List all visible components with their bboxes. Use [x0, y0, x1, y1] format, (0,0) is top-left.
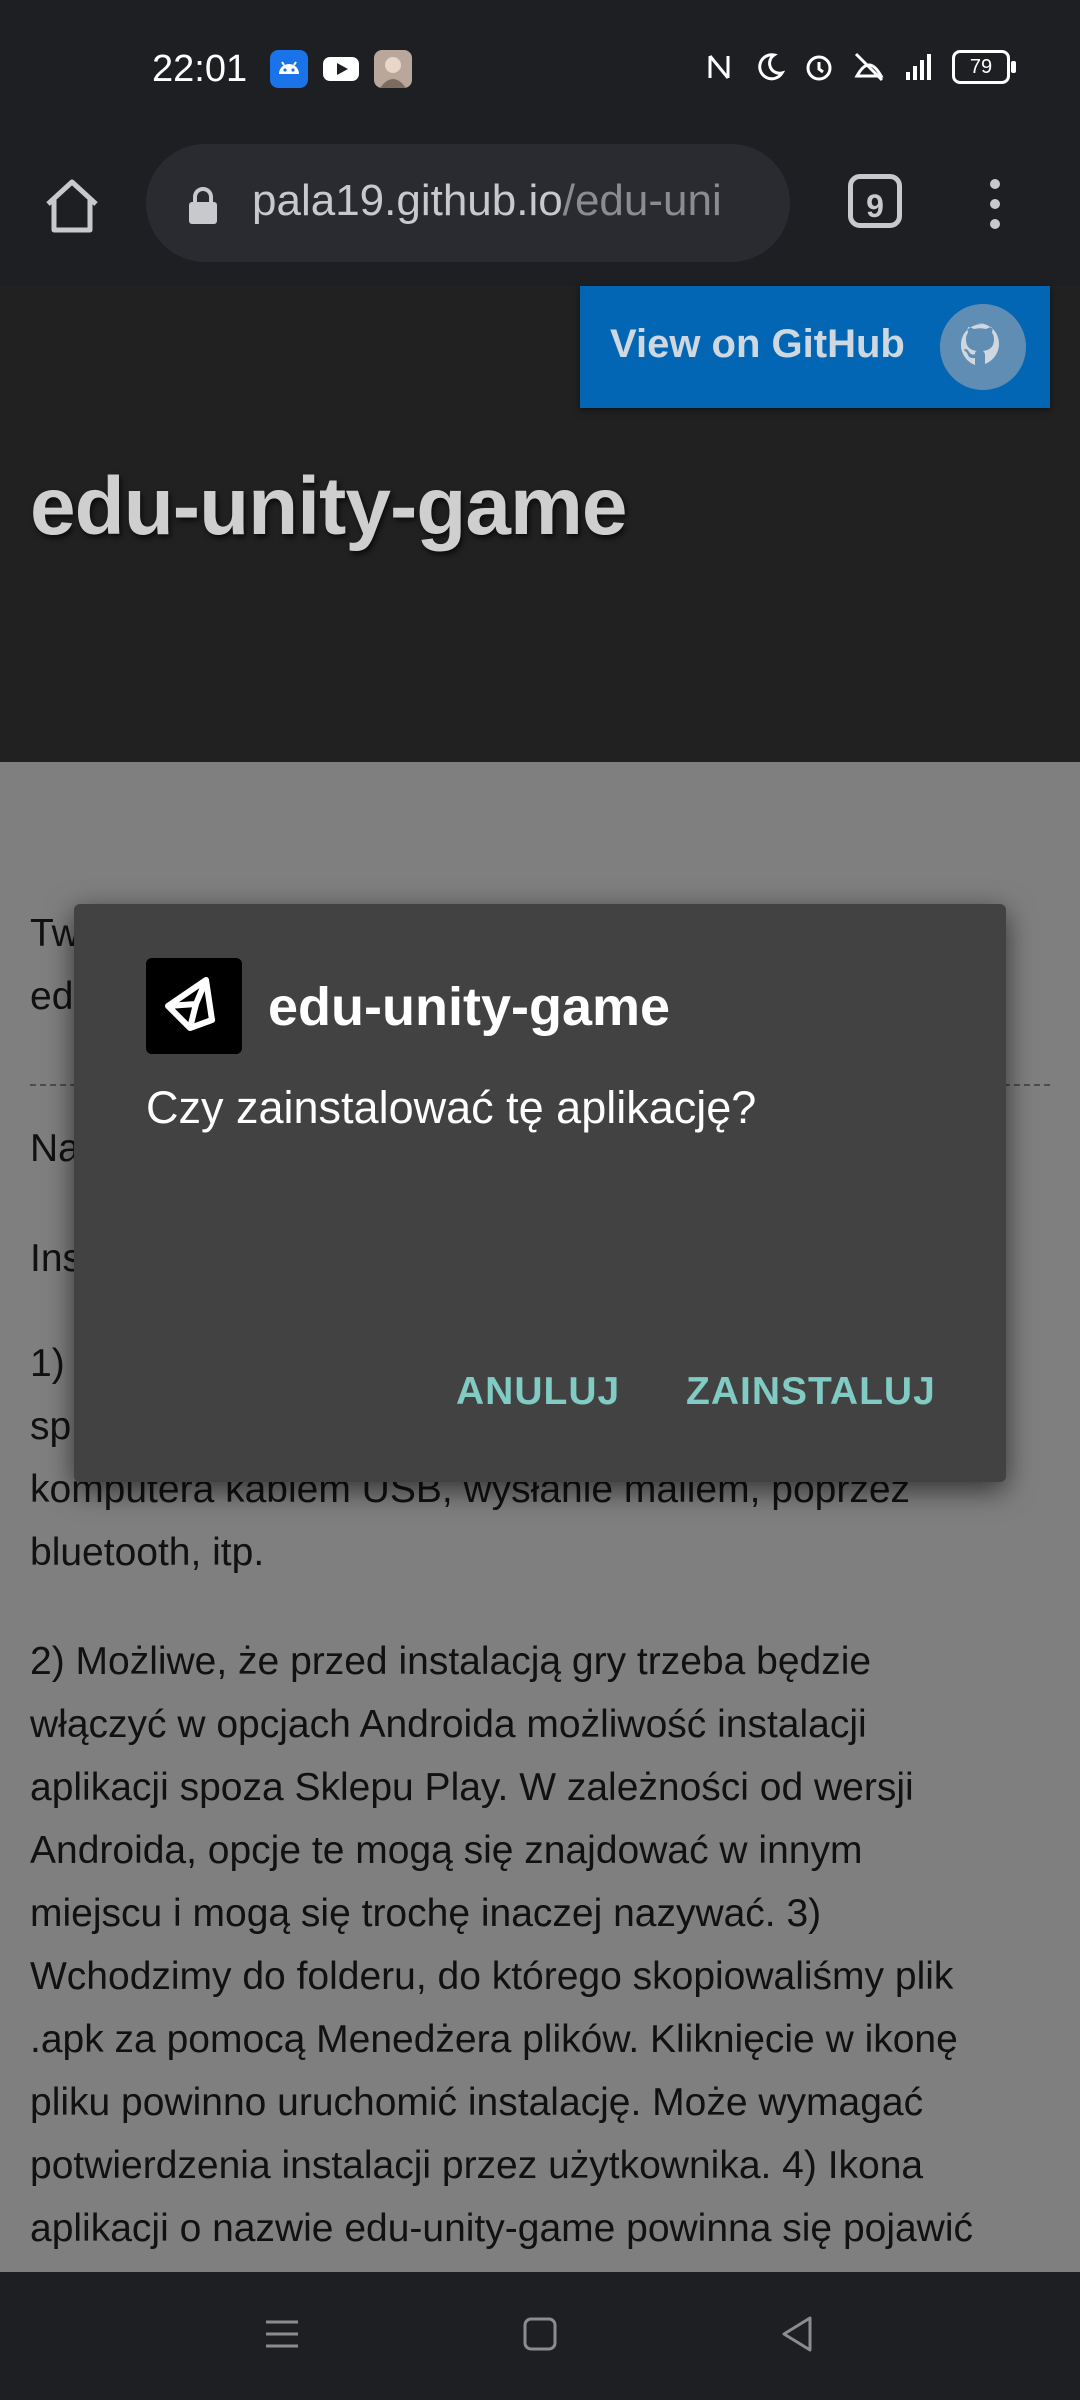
notification-icons	[270, 50, 412, 88]
more-vert-icon[interactable]	[980, 174, 1010, 234]
signal-lte-icon	[906, 54, 931, 80]
install-button[interactable]: ZAINSTALUJ	[686, 1370, 936, 1414]
install-dialog: edu-unity-game Czy zainstalować tę aplik…	[74, 904, 1006, 1482]
cancel-button[interactable]: ANULUJ	[456, 1370, 620, 1414]
address-bar[interactable]: pala19.github.io/edu-uni	[146, 144, 790, 262]
github-button-label: View on GitHub	[610, 322, 905, 366]
recents-menu-icon[interactable]	[260, 2312, 304, 2356]
url-text[interactable]: pala19.github.io/edu-uni	[252, 176, 772, 226]
lock-icon	[189, 187, 217, 224]
youtube-icon	[323, 57, 359, 81]
moon-icon	[758, 53, 786, 81]
battery-indicator: 79	[952, 50, 1016, 84]
home-square-icon[interactable]	[518, 2312, 562, 2356]
system-icons: 79	[702, 50, 1016, 84]
dialog-message: Czy zainstalować tę aplikację?	[146, 1082, 757, 1133]
browser-toolbar: pala19.github.io/edu-uni 9	[0, 144, 1080, 286]
url-path: /edu-uni	[562, 176, 722, 225]
github-octocat-icon	[940, 304, 1026, 390]
back-triangle-icon[interactable]	[776, 2312, 820, 2356]
status-bar: 22:01 79	[0, 0, 1080, 144]
view-on-github-button[interactable]: View on GitHub	[580, 286, 1050, 408]
vibrate-icon	[854, 52, 884, 82]
unity-app-icon	[146, 958, 242, 1054]
url-domain: pala19.github.io	[252, 176, 563, 225]
avatar-app-icon	[374, 50, 412, 88]
page-header: View on GitHub edu-unity-game	[0, 286, 1080, 762]
android-app-icon	[270, 50, 308, 88]
home-icon[interactable]	[40, 174, 104, 238]
nfc-icon	[708, 55, 730, 79]
system-nav-bar	[0, 2272, 1080, 2400]
status-time: 22:01	[152, 48, 248, 90]
dialog-app-name: edu-unity-game	[268, 977, 671, 1037]
alarm-icon	[806, 55, 832, 81]
page-title: edu-unity-game	[30, 461, 627, 552]
tab-switcher-button[interactable]: 9	[848, 174, 902, 228]
